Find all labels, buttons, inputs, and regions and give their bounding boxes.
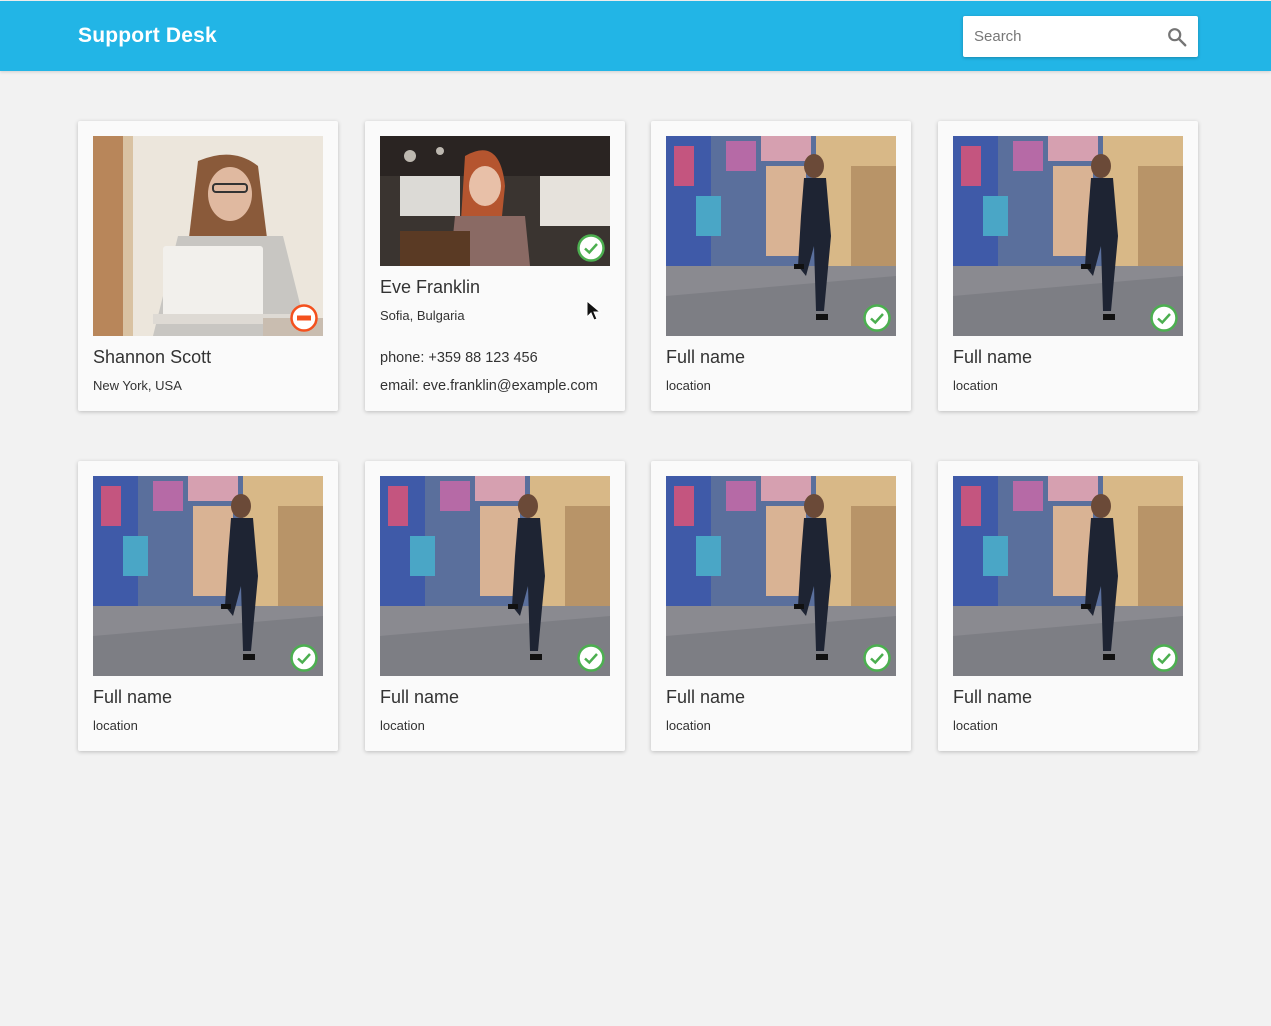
contact-card[interactable]: Eve Franklin Sofia, Bulgaria phone: +359… (365, 121, 625, 411)
online-status-icon (1150, 644, 1178, 672)
search-box[interactable] (963, 16, 1198, 57)
search-icon[interactable] (1166, 26, 1188, 48)
contact-name: Full name (953, 347, 1033, 367)
contact-location: location (93, 718, 138, 733)
contact-photo (666, 136, 896, 336)
contact-phone: phone: +359 88 123 456 (380, 350, 538, 366)
contact-photo (666, 476, 896, 676)
contact-name: Shannon Scott (93, 347, 212, 367)
contact-photo (380, 476, 610, 676)
contact-name: Full name (380, 687, 460, 707)
contact-location: location (953, 378, 998, 393)
contact-location: location (666, 718, 711, 733)
contact-photo (93, 476, 323, 676)
contact-location: location (380, 718, 425, 733)
contact-name: Full name (666, 687, 746, 707)
contact-card[interactable]: Full name location (78, 461, 338, 751)
contact-photo (93, 136, 323, 336)
online-status-icon (1150, 304, 1178, 332)
contact-name: Eve Franklin (380, 277, 481, 297)
contact-photo (380, 136, 610, 266)
app-title: Support Desk (78, 24, 217, 47)
contact-card[interactable]: Full name location (651, 461, 911, 751)
contact-card[interactable]: Full name location (651, 121, 911, 411)
contact-location: New York, USA (93, 378, 182, 393)
contact-name: Full name (93, 687, 173, 707)
contact-name: Full name (953, 687, 1033, 707)
contact-photo (953, 136, 1183, 336)
contact-photo (953, 476, 1183, 676)
search-input[interactable] (963, 16, 1164, 57)
online-status-icon (577, 644, 605, 672)
online-status-icon (863, 644, 891, 672)
contact-location: location (666, 378, 711, 393)
app-bar: Support Desk (0, 1, 1271, 71)
online-status-icon (290, 644, 318, 672)
busy-status-icon (290, 304, 318, 332)
mouse-cursor-icon (586, 300, 602, 321)
online-status-icon (863, 304, 891, 332)
contact-location: Sofia, Bulgaria (380, 308, 465, 323)
contact-card[interactable]: Full name location (365, 461, 625, 751)
contact-email: email: eve.franklin@example.com (380, 378, 598, 394)
contact-card[interactable]: Shannon Scott New York, USA (78, 121, 338, 411)
contact-card[interactable]: Full name location (938, 461, 1198, 751)
online-status-icon (577, 234, 605, 262)
contact-card[interactable]: Full name location (938, 121, 1198, 411)
contact-location: location (953, 718, 998, 733)
contact-name: Full name (666, 347, 746, 367)
